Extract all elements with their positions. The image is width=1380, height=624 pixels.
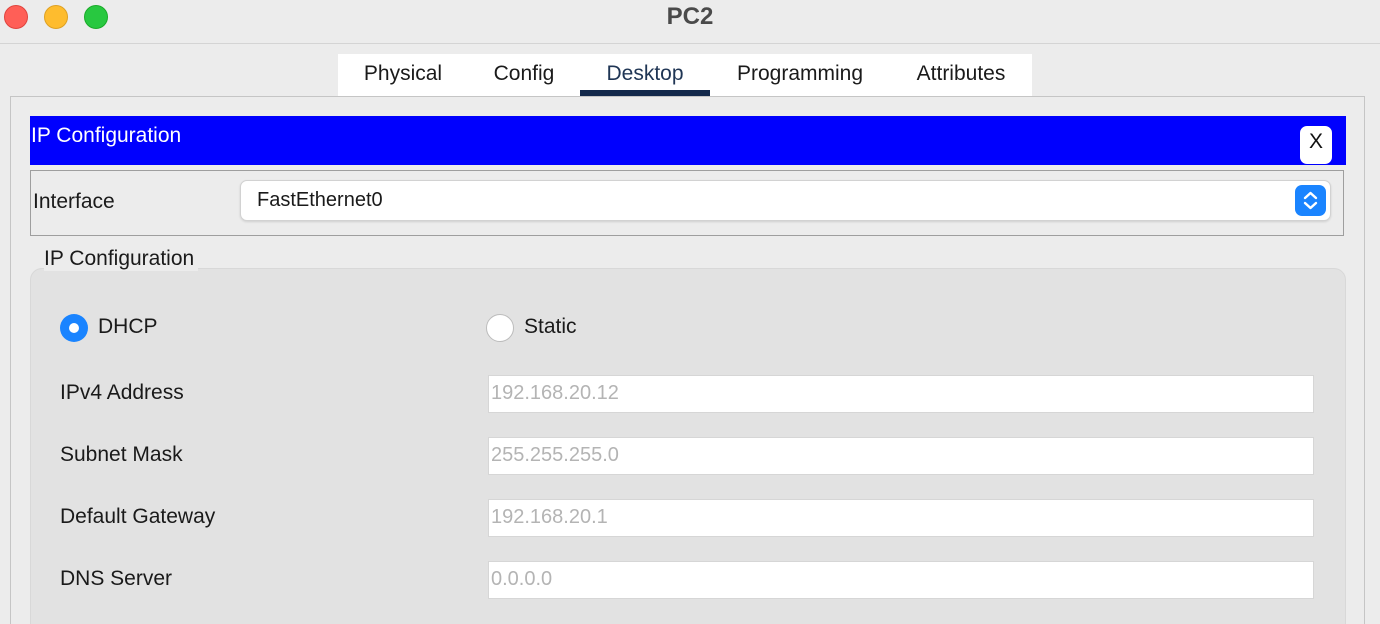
ip-config-group-title: IP Configuration: [44, 247, 199, 271]
close-ip-config-button[interactable]: X: [1300, 126, 1332, 164]
window-title: PC2: [666, 3, 714, 30]
default-gateway-input[interactable]: 192.168.20.1: [488, 499, 1314, 537]
chevron-up-down-icon[interactable]: [1295, 185, 1326, 216]
ipv4-address-label: IPv4 Address: [60, 381, 184, 404]
subnet-mask-input[interactable]: 255.255.255.0: [488, 437, 1314, 475]
dhcp-label: DHCP: [98, 315, 158, 338]
dns-server-input[interactable]: 0.0.0.0: [488, 561, 1314, 599]
tab-bar: Physical Config Desktop Programming Attr…: [338, 54, 1032, 96]
tab-attributes[interactable]: Attributes: [890, 54, 1032, 96]
static-label: Static: [524, 315, 577, 338]
dns-server-label: DNS Server: [60, 567, 173, 590]
tab-config[interactable]: Config: [468, 54, 580, 96]
ip-config-header-title: IP Configuration: [31, 124, 182, 147]
tab-desktop[interactable]: Desktop: [580, 54, 710, 96]
subnet-mask-label: Subnet Mask: [60, 443, 183, 466]
static-radio[interactable]: [486, 314, 514, 342]
dhcp-radio[interactable]: [60, 314, 88, 342]
default-gateway-label: Default Gateway: [60, 505, 216, 528]
interface-selected-value: FastEthernet0: [257, 189, 383, 211]
tab-physical[interactable]: Physical: [338, 54, 468, 96]
tab-programming[interactable]: Programming: [710, 54, 890, 96]
ip-config-header: IP Configuration X: [30, 116, 1346, 165]
ipv4-address-input[interactable]: 192.168.20.12: [488, 375, 1314, 413]
window-titlebar: PC2: [0, 0, 1380, 44]
interface-select[interactable]: FastEthernet0: [240, 180, 1331, 221]
interface-row: Interface FastEthernet0: [30, 170, 1344, 236]
interface-label: Interface: [33, 190, 115, 213]
